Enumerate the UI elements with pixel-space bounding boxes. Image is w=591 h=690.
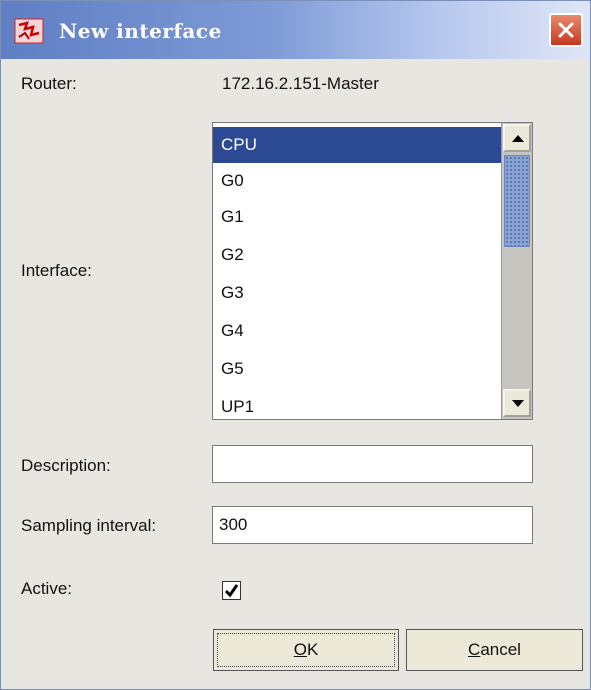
cancel-mnemonic: C — [468, 640, 481, 659]
active-label: Active: — [21, 579, 73, 598]
checkmark-icon — [224, 584, 239, 598]
router-label: Router: — [21, 74, 77, 93]
list-item-g5[interactable]: G5 — [213, 351, 501, 387]
scroll-up-button[interactable] — [503, 124, 531, 152]
description-label: Description: — [21, 456, 111, 475]
new-interface-dialog: New interface Router: 172.16.2.151-Maste… — [0, 0, 591, 690]
list-item-g1[interactable]: G1 — [213, 199, 501, 235]
description-field[interactable] — [212, 445, 533, 483]
title-bar[interactable]: New interface — [1, 1, 590, 59]
interface-label: Interface: — [21, 261, 92, 280]
list-item-g4[interactable]: G4 — [213, 313, 501, 349]
ok-mnemonic: O — [293, 640, 307, 659]
scroll-down-button[interactable] — [503, 389, 531, 417]
list-item-cpu[interactable]: CPU — [213, 127, 501, 163]
window-title: New interface — [59, 19, 222, 43]
interface-listbox[interactable]: CPU G0 G1 G2 G3 G4 G5 UP1 — [212, 122, 533, 420]
arrow-up-icon — [512, 135, 524, 142]
active-checkbox[interactable] — [222, 581, 241, 600]
list-item-g3[interactable]: G3 — [213, 275, 501, 311]
scroll-thumb[interactable] — [504, 155, 530, 247]
ok-label-rest: K — [306, 640, 319, 659]
list-item-up1[interactable]: UP1 — [213, 389, 501, 419]
sampling-interval-label: Sampling interval: — [21, 516, 157, 535]
router-value: 172.16.2.151-Master — [222, 74, 379, 93]
app-logo-icon — [14, 18, 44, 44]
interface-scrollbar[interactable] — [501, 123, 532, 419]
list-item-g0[interactable]: G0 — [213, 163, 501, 199]
arrow-down-icon — [512, 400, 524, 407]
close-button[interactable] — [549, 13, 583, 47]
sampling-interval-field[interactable]: 300 — [212, 506, 533, 544]
ok-button[interactable]: OK — [213, 629, 399, 671]
close-icon — [558, 22, 574, 38]
cancel-button[interactable]: Cancel — [406, 629, 583, 671]
cancel-label-rest: ancel — [480, 640, 521, 659]
list-item-g2[interactable]: G2 — [213, 237, 501, 273]
